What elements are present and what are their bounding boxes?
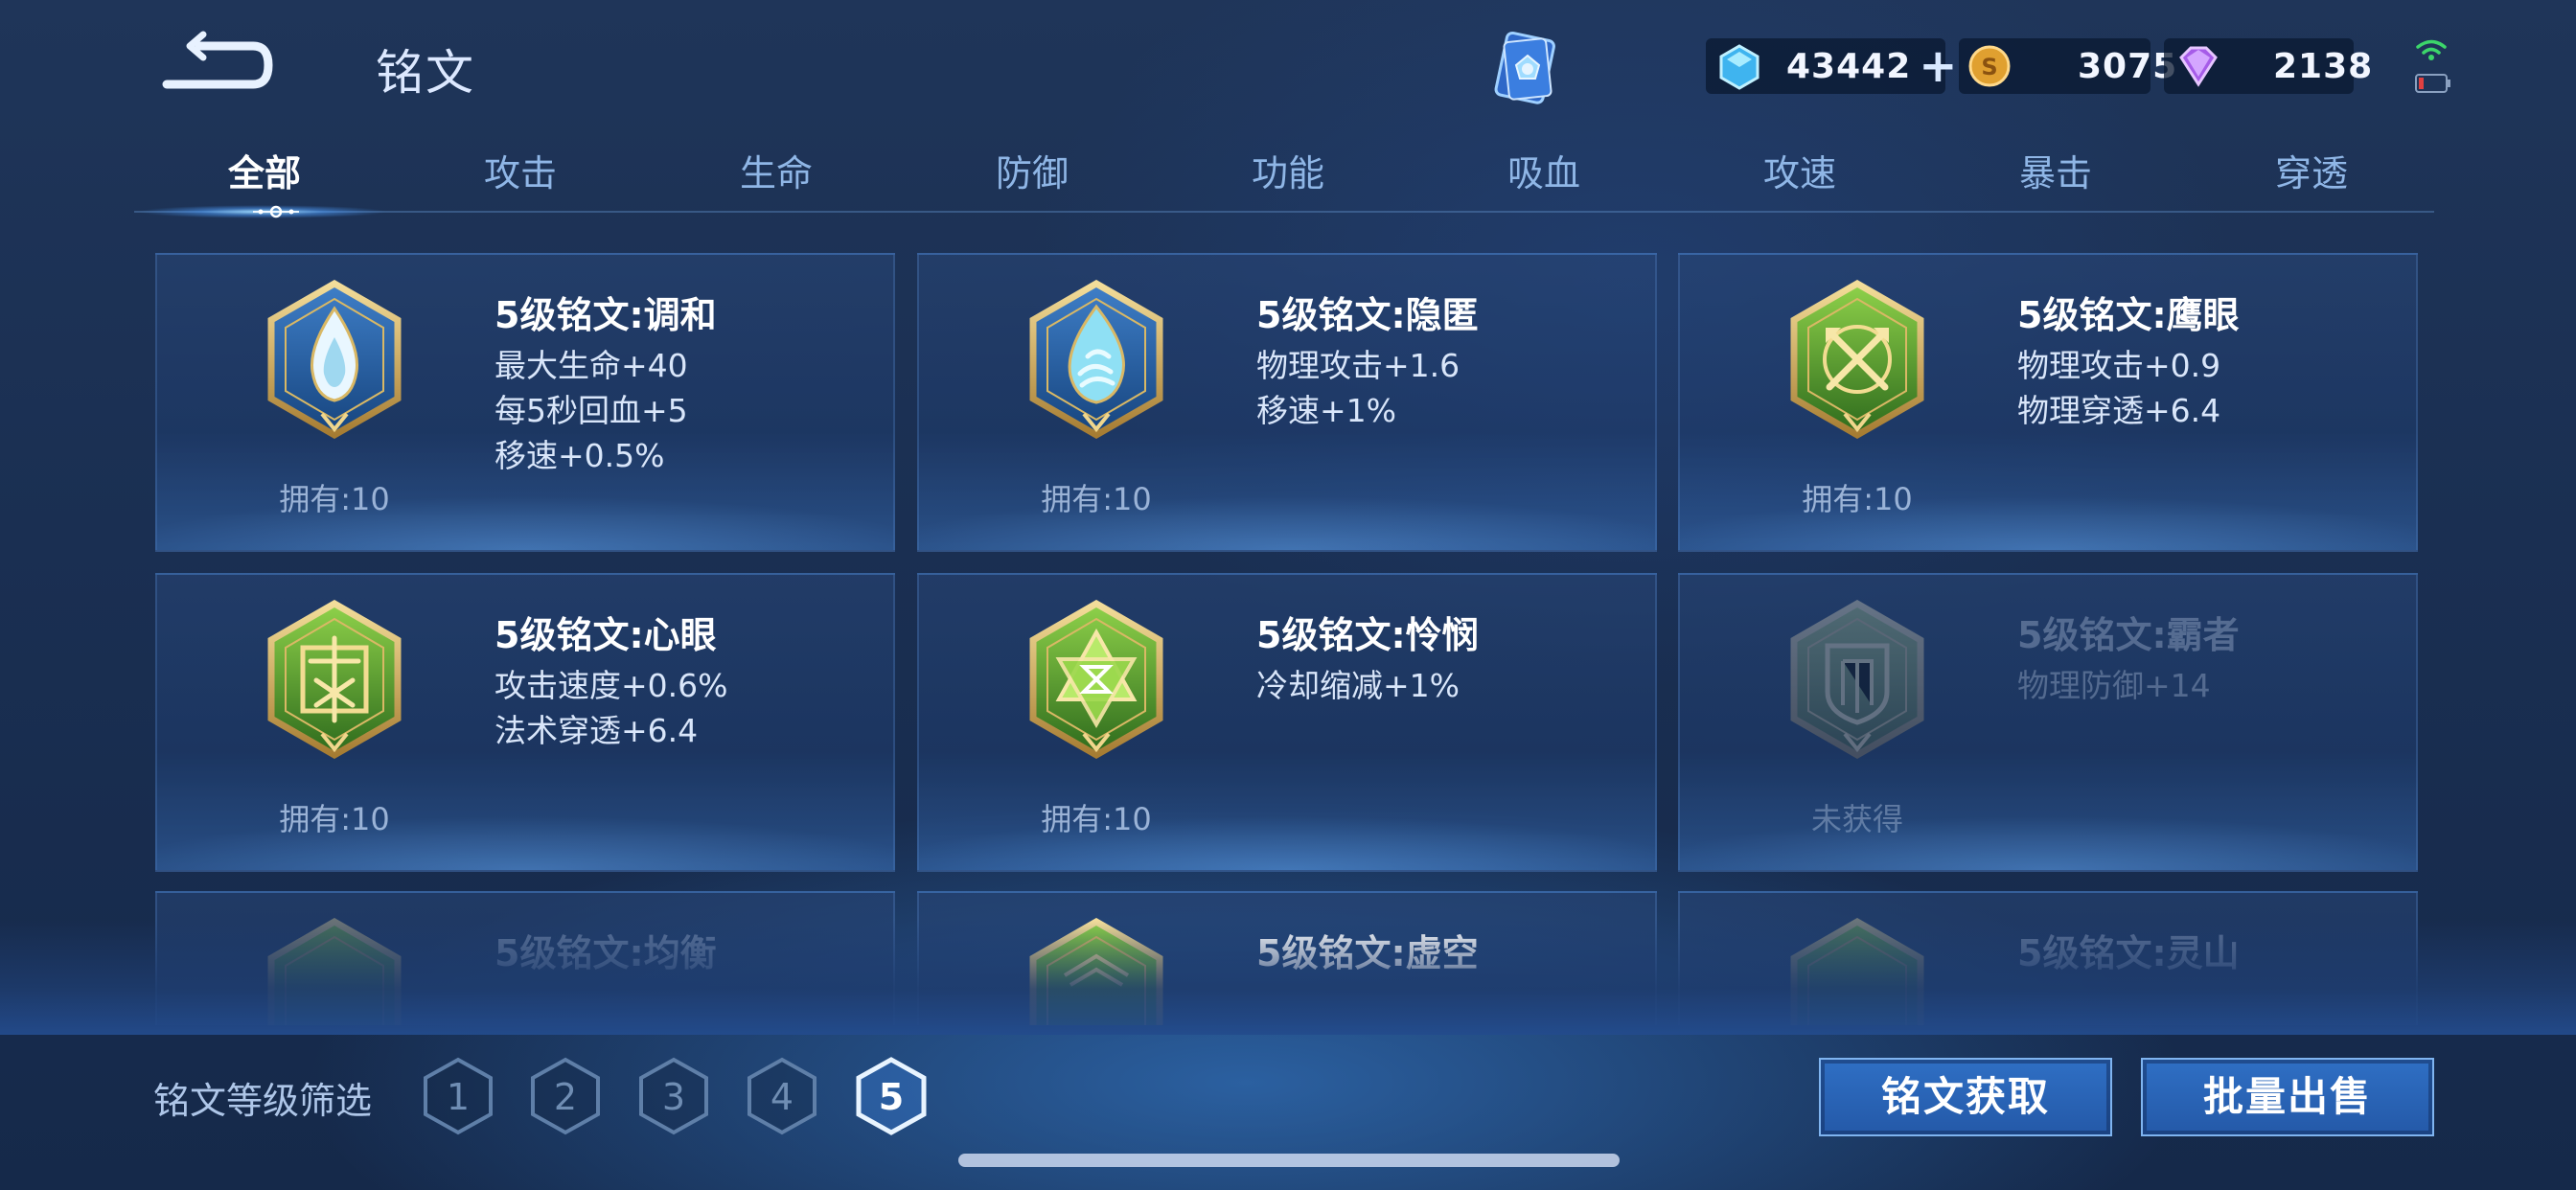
- rune-name: 5级铭文:均衡: [494, 932, 717, 974]
- rune-card-stealth[interactable]: 拥有:10 5级铭文:隐匿 物理攻击+1.6 移速+1%: [917, 253, 1657, 552]
- owned-count: 拥有:10: [279, 801, 390, 837]
- rune-attribute: 攻击速度+0.6%: [494, 667, 728, 704]
- battery-icon: [2415, 74, 2450, 93]
- rune-name: 5级铭文:虚空: [1256, 932, 1479, 974]
- gem-amount: 2138: [2273, 46, 2374, 86]
- back-button[interactable]: [161, 29, 274, 96]
- tab-divider: [134, 211, 2434, 213]
- owned-count: 拥有:10: [279, 481, 390, 517]
- rune-card-mind-eye[interactable]: 拥有:10 5级铭文:心眼 攻击速度+0.6% 法术穿透+6.4: [155, 573, 895, 872]
- bulk-sell-button[interactable]: 批量出售: [2141, 1058, 2434, 1136]
- level-number: 5: [879, 1076, 904, 1118]
- level-number: 2: [554, 1076, 577, 1118]
- rune-card-void[interactable]: 5级铭文:虚空: [917, 891, 1657, 1025]
- rune-acquire-button[interactable]: 铭文获取: [1819, 1058, 2112, 1136]
- tab-defense[interactable]: 防御: [936, 144, 1128, 196]
- rune-card-mercy[interactable]: 拥有:10 5级铭文:怜悯 冷却缩减+1%: [917, 573, 1657, 872]
- level-filter-4[interactable]: 4: [746, 1056, 818, 1136]
- shield-rune-icon: [1790, 600, 1924, 759]
- rune-icon: [1790, 918, 1924, 1025]
- rune-attributes: 冷却缩减+1%: [1256, 663, 1460, 708]
- rune-attribute: 移速+0.5%: [494, 437, 665, 474]
- page-title: 铭文: [376, 45, 475, 101]
- rune-icon: [1029, 918, 1163, 1025]
- rune-icon: [267, 918, 402, 1025]
- flame-rune-icon: [1029, 280, 1163, 439]
- rune-card-spirit-mountain[interactable]: 5级铭文:灵山: [1678, 891, 2418, 1025]
- level-number: 1: [447, 1076, 470, 1118]
- tab-penetration[interactable]: 穿透: [2216, 144, 2407, 196]
- gold-amount: 3075: [2078, 46, 2178, 86]
- wifi-icon: [2416, 39, 2447, 60]
- gold-coin-icon: S: [1968, 45, 2011, 87]
- rune-attribute: 移速+1%: [1256, 392, 1397, 429]
- gem-currency: 2138: [2164, 38, 2372, 94]
- tab-attack-speed[interactable]: 攻速: [1704, 144, 1896, 196]
- rune-name: 5级铭文:调和: [494, 294, 717, 336]
- hourglass-star-rune-icon: [1029, 600, 1163, 759]
- tab-all[interactable]: 全部: [169, 144, 360, 196]
- owned-count: 拥有:10: [1802, 481, 1913, 517]
- home-indicator[interactable]: [958, 1154, 1620, 1167]
- gem-icon: [2179, 46, 2218, 87]
- level-number: 4: [770, 1076, 794, 1118]
- crossed-arrows-rune-icon: [1790, 280, 1924, 439]
- droplet-rune-icon: [267, 280, 402, 439]
- level-filter-label: 铭文等级筛选: [153, 1080, 373, 1122]
- tab-critical[interactable]: 暴击: [1960, 144, 2151, 196]
- tab-lifesteal[interactable]: 吸血: [1448, 144, 1640, 196]
- rune-name: 5级铭文:怜悯: [1256, 614, 1479, 656]
- rune-attributes: 攻击速度+0.6% 法术穿透+6.4: [494, 663, 728, 753]
- rune-book-icon[interactable]: [1487, 27, 1568, 111]
- rune-attribute: 法术穿透+6.4: [494, 712, 699, 749]
- rune-attribute: 物理攻击+0.9: [2017, 347, 2221, 384]
- owned-count: 拥有:10: [1041, 481, 1152, 517]
- rune-attribute: 物理攻击+1.6: [1256, 347, 1460, 384]
- rune-attribute: 物理防御+14: [2017, 667, 2211, 704]
- not-obtained-label: 未获得: [1810, 801, 1903, 837]
- rune-name: 5级铭文:霸者: [2017, 614, 2240, 656]
- level-filter-1[interactable]: 1: [422, 1056, 494, 1136]
- rune-name: 5级铭文:灵山: [2017, 932, 2240, 974]
- tab-indicator-ornament: [253, 205, 299, 218]
- gate-rune-icon: [267, 600, 402, 759]
- rune-card-overlord[interactable]: 未获得 5级铭文:霸者 物理防御+14: [1678, 573, 2418, 872]
- owned-count: 拥有:10: [1041, 801, 1152, 837]
- back-arrow-icon: [162, 31, 273, 89]
- rune-attribute: 每5秒回血+5: [494, 392, 688, 429]
- level-number: 3: [662, 1076, 685, 1118]
- rune-attributes: 物理攻击+0.9 物理穿透+6.4: [2017, 343, 2220, 433]
- category-tabs: 全部 攻击 生命 防御 功能 吸血 攻速 暴击 穿透: [134, 144, 2434, 220]
- svg-text:S: S: [1981, 54, 1997, 80]
- rune-card-harmony[interactable]: 拥有:10 5级铭文:调和 最大生命+40 每5秒回血+5 移速+0.5%: [155, 253, 895, 552]
- rune-attributes: 最大生命+40 每5秒回血+5 移速+0.5%: [494, 343, 688, 478]
- gold-currency: S 3075: [1959, 38, 2176, 94]
- rune-name: 5级铭文:隐匿: [1256, 294, 1479, 336]
- rune-name: 5级铭文:心眼: [494, 614, 717, 656]
- rune-card-eagle-eye[interactable]: 拥有:10 5级铭文:鹰眼 物理攻击+0.9 物理穿透+6.4: [1678, 253, 2418, 552]
- level-filter-2[interactable]: 2: [529, 1056, 602, 1136]
- rune-attribute: 冷却缩减+1%: [1256, 667, 1460, 704]
- rune-attribute: 物理穿透+6.4: [2017, 392, 2221, 429]
- rune-attributes: 物理防御+14: [2017, 663, 2211, 708]
- level-filter-5-selected[interactable]: 5: [855, 1056, 928, 1136]
- rune-name: 5级铭文:鹰眼: [2017, 294, 2240, 336]
- tab-health[interactable]: 生命: [680, 144, 872, 196]
- rune-attribute: 最大生命+40: [494, 347, 688, 384]
- level-filter-3[interactable]: 3: [637, 1056, 710, 1136]
- tab-attack[interactable]: 攻击: [425, 144, 616, 196]
- rune-attributes: 物理攻击+1.6 移速+1%: [1256, 343, 1460, 433]
- tab-utility[interactable]: 功能: [1192, 144, 1384, 196]
- rune-row-partial: 5级铭文:均衡 5级铭文:虚空 5级铭文:灵山: [0, 891, 2576, 1025]
- crystal-currency: 43442 +: [1706, 38, 1957, 94]
- add-crystal-button[interactable]: +: [1919, 43, 1957, 89]
- rune-card-balance[interactable]: 5级铭文:均衡: [155, 891, 895, 1025]
- crystal-amount: 43442: [1786, 46, 1912, 86]
- crystal-icon: [1719, 44, 1760, 90]
